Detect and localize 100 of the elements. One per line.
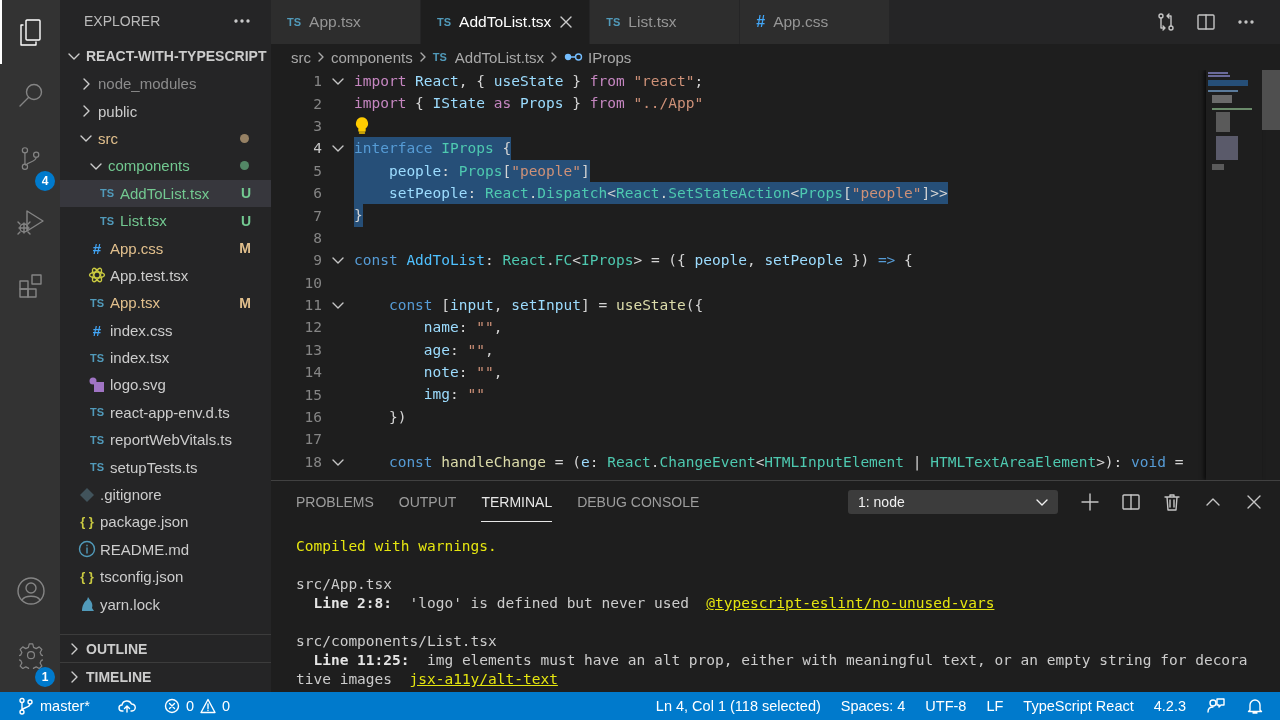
file-row[interactable]: logo.svg [60,371,271,399]
line-number: 11 [303,297,322,314]
count-badge: 4 [35,171,55,191]
editor-tab[interactable]: TS AddToList.tsx [421,0,591,44]
file-row[interactable]: .gitignore [60,480,271,509]
plus-icon[interactable] [1080,491,1100,512]
project-name[interactable]: REACT-WITH-TYPESCRIPT [86,48,267,64]
code-line: import React, { useState } from "react"; [354,72,704,91]
file-row[interactable]: TS setupTests.ts [60,453,271,481]
branch-name[interactable]: master* [40,698,90,714]
breadcrumb-item[interactable]: AddToList.tsx [454,48,544,66]
close-icon[interactable] [559,15,574,29]
file-name: App.tsx [110,294,161,312]
file-name: public [98,102,138,120]
file-row[interactable]: TS index.tsx [60,343,271,372]
file-type-icon: TS [89,433,105,446]
lightbulb-icon[interactable] [354,116,370,135]
file-row[interactable]: # App.css M [60,234,271,262]
status-item[interactable]: TypeScript React [1023,698,1134,714]
bell-icon[interactable] [1246,697,1264,715]
status-item[interactable]: LF [986,698,1004,714]
panel-title: EXPLORER [84,13,161,29]
warning-count[interactable]: 0 [222,698,231,714]
error-icon[interactable] [163,698,180,714]
panel-tab[interactable]: TERMINAL [481,481,553,522]
terminal-dropdown[interactable]: 1: node [848,489,1058,514]
branch-icon[interactable] [18,697,34,715]
warning-icon[interactable] [200,698,217,714]
line-number: 9 [312,252,322,269]
section-title[interactable]: TIMELINE [86,668,152,685]
breadcrumb-item[interactable]: components [331,48,413,66]
file-name: App.test.tsx [110,266,189,284]
status-item[interactable]: Ln 4, Col 1 (118 selected) [655,698,821,714]
terminal-text: Line 11:25: img elements must have an alt prop, either with meaningful text, or an empty string for decora [312,651,1248,670]
status-item[interactable]: Spaces: 4 [840,698,906,714]
file-name: reportWebVitals.ts [110,431,232,449]
status-item[interactable]: UTF-8 [925,698,967,714]
file-type-icon: # [92,239,102,257]
line-number: 2 [312,95,322,112]
file-name: App.css [110,239,164,257]
editor-tab[interactable]: TS App.tsx [271,0,421,44]
file-name: package.json [100,513,189,531]
file-row[interactable]: { } package.json [60,508,271,536]
file-row[interactable]: TS List.tsx U [60,206,271,235]
file-row[interactable]: README.md [60,535,271,564]
file-row[interactable]: App.test.tsx [60,261,271,290]
line-number: 5 [312,162,322,179]
trash-icon[interactable] [1162,491,1182,512]
section-title[interactable]: OUTLINE [86,640,148,657]
panel-tab[interactable]: DEBUG CONSOLE [577,481,700,522]
settings-icon[interactable] [19,642,43,669]
line-number: 14 [303,364,322,381]
editor-tab[interactable]: TS List.tsx [590,0,741,44]
status-item[interactable]: 4.2.3 [1153,698,1186,714]
file-row[interactable]: TS App.tsx M [60,289,271,317]
file-row[interactable]: TS AddToList.tsx U [60,179,271,207]
file-type-icon: TS [432,51,447,63]
file-name: index.css [110,321,173,339]
feedback-icon[interactable] [1206,697,1226,715]
panel-tab[interactable]: OUTPUT [398,481,457,522]
git-status-letter: U [240,212,251,229]
file-row[interactable]: yarn.lock [60,590,271,618]
file-row[interactable]: TS react-app-env.d.ts [60,398,271,427]
panel-tab[interactable]: PROBLEMS [296,481,374,522]
folder-row[interactable]: components [60,152,271,180]
file-name: logo.svg [110,376,166,394]
file-type-icon: TS [437,16,452,28]
file-type-icon: TS [99,214,115,227]
file-row[interactable]: TS reportWebVitals.ts [60,426,271,454]
folder-row[interactable]: src [60,124,271,153]
line-number: 18 [303,453,322,470]
file-type-icon: TS [89,296,105,309]
file-name: src [98,129,118,147]
scrollbar[interactable] [1262,70,1280,130]
split-icon[interactable] [1121,491,1141,512]
folder-row[interactable]: node_modules [60,70,271,98]
file-type-icon: TS [287,16,302,28]
line-number: 4 [312,140,322,157]
account-icon[interactable] [15,574,47,607]
file-row[interactable]: # index.css [60,316,271,344]
atom-icon [88,266,106,285]
line-number: 13 [303,341,322,358]
compare-changes-icon[interactable] [1156,12,1176,32]
file-row[interactable]: { } tsconfig.json [60,563,271,591]
split-editor-icon[interactable] [1196,12,1216,32]
file-type-icon: # [92,321,102,339]
line-number: 16 [303,409,322,426]
error-count[interactable]: 0 [185,698,195,714]
file-name: setupTests.ts [110,458,198,476]
breadcrumb-item[interactable]: src [291,48,311,66]
cloud-upload-icon[interactable] [117,698,136,714]
code-line: const AddToList: React.FC<IProps> = ({ people, setPeople }) => { [354,251,913,271]
editor-tab[interactable]: # App.css [740,0,891,44]
rule-link[interactable]: jsx-a11y/alt-text [409,670,558,689]
breadcrumb-item[interactable]: IProps [588,48,632,66]
folder-row[interactable]: public [60,97,271,125]
rule-link[interactable]: @typescript-eslint/no-unused-vars [706,594,995,613]
line-number: 6 [312,185,322,202]
file-type-icon: TS [89,461,105,474]
terminal-text: Line 2:8: 'logo' is defined but never used [312,594,690,613]
